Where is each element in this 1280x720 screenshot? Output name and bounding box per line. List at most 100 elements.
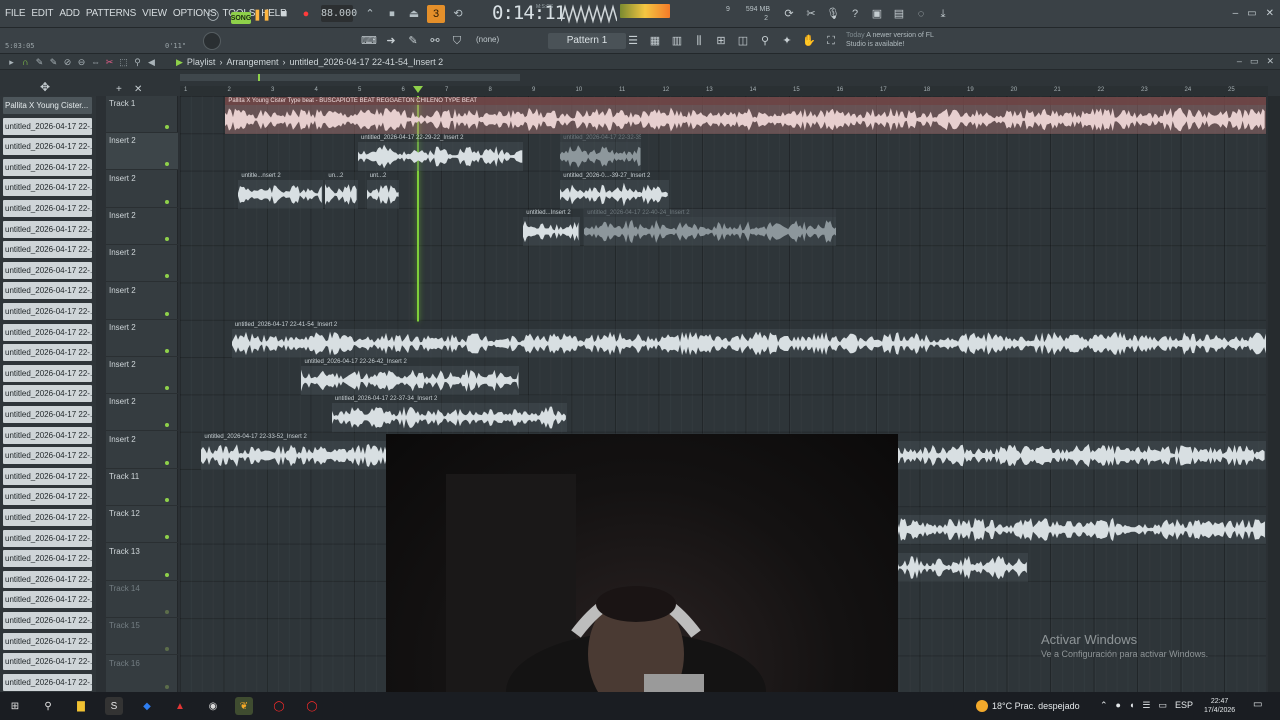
- tray-chevron-icon[interactable]: ⌃: [1100, 700, 1108, 711]
- mic-icon[interactable]: 🎙: [824, 5, 842, 23]
- metronome-icon[interactable]: ⌃: [361, 5, 379, 23]
- track-header[interactable]: Track 13: [106, 544, 178, 581]
- track-mute-led[interactable]: [165, 572, 169, 577]
- playlist-icon[interactable]: ☰: [624, 33, 642, 49]
- countdown-icon[interactable]: ⏏: [405, 5, 423, 23]
- browser-clip-item[interactable]: untitled_2026-04-17 22-...: [3, 509, 92, 526]
- song-mode-toggle[interactable]: SONG: [231, 12, 251, 24]
- track-mute-led[interactable]: [165, 348, 169, 353]
- track-header[interactable]: Track 15: [106, 618, 178, 656]
- touch-icon[interactable]: ✋: [800, 33, 818, 49]
- audio-clip[interactable]: [893, 544, 1028, 582]
- track-header[interactable]: Track 14: [106, 581, 178, 618]
- paint-tool-icon[interactable]: ✎: [48, 57, 59, 68]
- audio-clip[interactable]: untitled_2026-04-17 22-41-54_Insert 2: [231, 320, 1266, 358]
- search-icon[interactable]: ⚲: [39, 697, 57, 715]
- menu-edit[interactable]: EDIT: [31, 8, 53, 19]
- track-mute-led[interactable]: [165, 423, 169, 428]
- track-header[interactable]: Insert 2: [106, 171, 178, 208]
- browser-clip-item[interactable]: untitled_2026-04-17 22-...: [3, 282, 92, 300]
- browser-clip-item[interactable]: untitled_2026-04-17 22-...: [3, 303, 92, 320]
- track-header[interactable]: Track 16: [106, 656, 178, 693]
- tray-network-icon[interactable]: ☰: [1142, 700, 1150, 711]
- audio-clip[interactable]: untitled_2026-0...-39-27_Insert 2: [560, 171, 670, 209]
- master-pitch-knob[interactable]: [203, 32, 221, 50]
- browser-clip-item[interactable]: untitled_2026-04-17 22-...: [3, 550, 92, 568]
- app-red-icon[interactable]: ▲: [171, 697, 189, 715]
- audio-clip[interactable]: untitled_2026-04-17 22-37-34_Insert 2: [331, 395, 567, 433]
- windows-start-icon[interactable]: ⊞: [6, 697, 24, 715]
- browser-clip-item[interactable]: untitled_2026-04-17 22-...: [3, 179, 92, 197]
- tools-icon[interactable]: ✦: [778, 33, 796, 49]
- step-edit-icon[interactable]: 3: [427, 5, 445, 23]
- menu-arrow-icon[interactable]: ▸: [6, 57, 17, 68]
- audio-clip[interactable]: [893, 507, 1266, 545]
- menu-add[interactable]: ADD: [59, 8, 80, 19]
- audio-clip[interactable]: untitled_2026-04-17 22-26-42_Insert 2: [301, 358, 519, 396]
- song-overview[interactable]: [180, 74, 520, 81]
- tray-language[interactable]: ESP: [1175, 700, 1193, 711]
- audio-clip[interactable]: un...2: [325, 171, 358, 209]
- wait-input-icon[interactable]: ⏹: [383, 5, 401, 23]
- cut-icon[interactable]: ✂: [802, 5, 820, 23]
- browser-clip-item[interactable]: untitled_2026-04-17 22-...: [3, 673, 92, 691]
- tempo-display[interactable]: 88.000: [321, 5, 357, 22]
- browser-clip-item[interactable]: untitled_2026-04-17 22-...: [3, 570, 92, 588]
- browser-clip-item[interactable]: untitled_2026-04-17 22-...: [3, 323, 92, 341]
- browser-clip-item[interactable]: untitled_2026-04-17 22-...: [3, 241, 92, 259]
- file-explorer-icon[interactable]: ▇: [72, 697, 90, 715]
- audio-clip[interactable]: untitle...nsert 2: [238, 171, 324, 209]
- browser-clip-item[interactable]: untitled_2026-04-17 22-...: [3, 632, 92, 650]
- track-header[interactable]: Insert 2: [106, 394, 178, 432]
- audio-clip[interactable]: untitled_2026-04-17 22-40-24_Insert 2: [584, 208, 837, 246]
- track-mute-led[interactable]: [165, 386, 169, 391]
- browser-clip-item[interactable]: untitled_2026-04-17 22-...: [3, 344, 92, 362]
- menu-view[interactable]: VIEW: [142, 8, 167, 19]
- maximize-icon[interactable]: ▭: [1247, 8, 1256, 19]
- audio-clip[interactable]: untitled_2026-04-17 22-29-22_Insert 2: [358, 134, 524, 172]
- select-tool-icon[interactable]: ⬚: [118, 57, 129, 68]
- save-icon[interactable]: ▣: [868, 5, 886, 23]
- record-button[interactable]: ●: [297, 5, 315, 23]
- browser-clip-item[interactable]: untitled_2026-04-17 22-...: [3, 138, 92, 156]
- browser-clip-item[interactable]: untitled_2026-04-17 22-...: [3, 426, 92, 444]
- undo-icon[interactable]: ⟳: [780, 5, 798, 23]
- browser-clip-item[interactable]: untitled_2026-04-17 22-...: [3, 467, 92, 485]
- zoom-tool-icon[interactable]: ⚲: [132, 57, 143, 68]
- browser-clip-item[interactable]: Pallita X Young Cister...: [3, 97, 92, 114]
- stop-button[interactable]: ■: [275, 5, 293, 23]
- taskbar-clock[interactable]: 22:47 17/4/2026: [1204, 697, 1235, 715]
- download-icon[interactable]: ⤓: [934, 5, 952, 23]
- track-mute-led[interactable]: [165, 460, 169, 465]
- browser-clip-item[interactable]: untitled_2026-04-17 22-...: [3, 158, 92, 176]
- browser-clip-item[interactable]: untitled_2026-04-17 22-...: [3, 261, 92, 279]
- playlist-close-icon[interactable]: ✕: [1266, 56, 1274, 67]
- channel-rack-icon[interactable]: ▦: [646, 33, 664, 49]
- move-icon[interactable]: ✥: [40, 80, 50, 94]
- track-mute-led[interactable]: [165, 274, 169, 279]
- plugin-icon[interactable]: ◫: [734, 33, 752, 49]
- playhead-marker[interactable]: [412, 86, 423, 93]
- track-header[interactable]: Insert 2: [106, 320, 178, 357]
- track-mute-led[interactable]: [165, 125, 169, 129]
- mute-tool-icon[interactable]: ⊖: [76, 57, 87, 68]
- steam-icon[interactable]: ◆: [138, 697, 156, 715]
- time-display[interactable]: 0:14:11: [492, 2, 566, 24]
- pattern-selector[interactable]: Pattern 1: [548, 33, 626, 49]
- track-header[interactable]: Insert 2: [106, 283, 178, 320]
- audio-clip[interactable]: Pallita X Young Cister Type beat - BUSCA…: [225, 97, 1266, 134]
- tray-display-icon[interactable]: ▭: [1159, 700, 1168, 711]
- close-icon[interactable]: ✕: [1266, 8, 1274, 19]
- playlist-maximize-icon[interactable]: ▭: [1250, 56, 1259, 67]
- timeline-ruler[interactable]: 1 2 3 4 5 6 7 8 9 10 11 12 13 14 15 16 17 18 19 20 21 22 23 24 2…: [180, 86, 1268, 96]
- delete-tool-icon[interactable]: ⊘: [62, 57, 73, 68]
- minimize-icon[interactable]: –: [1233, 8, 1239, 19]
- opera-icon[interactable]: ◯: [303, 697, 321, 715]
- menu-file[interactable]: FILE: [5, 8, 26, 19]
- playback-tool-icon[interactable]: ◀: [146, 57, 157, 68]
- track-mute-led[interactable]: [165, 311, 169, 316]
- slip-tool-icon[interactable]: ⇔: [90, 57, 101, 68]
- help-icon[interactable]: ?: [846, 5, 864, 23]
- magnet-icon[interactable]: ∩: [20, 57, 31, 68]
- track-header[interactable]: Insert 2: [106, 432, 178, 469]
